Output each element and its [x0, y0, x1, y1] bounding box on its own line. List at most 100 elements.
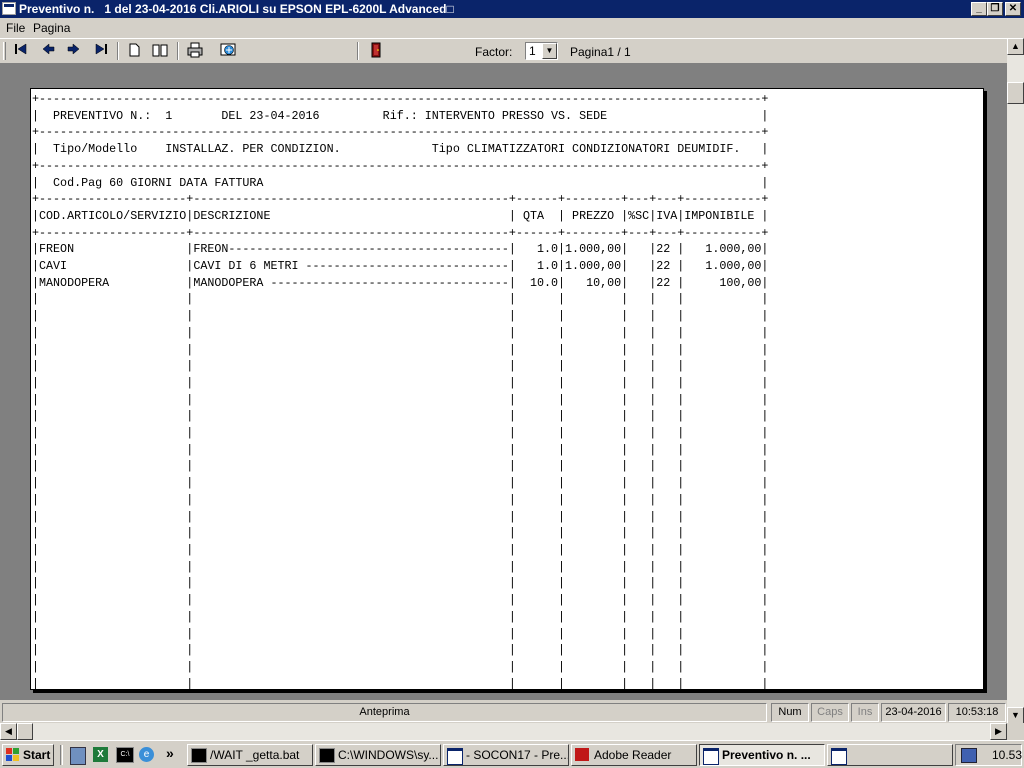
toolbar-grip[interactable]	[3, 42, 6, 60]
taskbar-task[interactable]: C:\WINDOWS\sy...	[315, 744, 441, 766]
menu-bar: File Pagina	[0, 18, 1024, 38]
scroll-up-button[interactable]: ▲	[1007, 38, 1024, 55]
windows-logo-icon	[6, 748, 19, 761]
column-headers: |COD.ARTICOLO/SERVIZIO|DESCRIZIONE | QTA…	[32, 208, 769, 223]
task-label: - SOCON17 - Pre...	[466, 748, 569, 762]
next-page-icon[interactable]	[64, 42, 84, 60]
taskbar: Start X C:\ e » /WAIT _getta.bat C:\WIND…	[0, 740, 1024, 768]
minimize-button[interactable]: _	[971, 2, 987, 16]
empty-row: | | | | | | | |	[32, 509, 769, 524]
window-icon	[447, 748, 463, 765]
calculator-icon[interactable]	[70, 747, 86, 765]
empty-row: | | | | | | | |	[32, 325, 769, 340]
status-mode: Anteprima	[2, 703, 767, 722]
page-indicator: Pagina1 / 1	[570, 45, 631, 59]
rule: +---------------------------------------…	[32, 125, 769, 140]
size-grip	[1007, 723, 1024, 740]
taskbar-task[interactable]: Adobe Reader	[571, 744, 697, 766]
header-line-1: | PREVENTIVO N.: 1 DEL 23-04-2016 Rif.: …	[32, 108, 769, 123]
empty-row: | | | | | | | |	[32, 292, 769, 307]
empty-row: | | | | | | | |	[32, 609, 769, 624]
empty-row: | | | | | | | |	[32, 643, 769, 658]
network-icon[interactable]	[961, 748, 977, 763]
factor-select[interactable]: 1 ▼	[525, 42, 558, 60]
last-page-icon[interactable]	[91, 42, 111, 60]
taskbar-task[interactable]	[827, 744, 953, 766]
vertical-scrollbar[interactable]: ▲ ▼	[1007, 38, 1024, 724]
task-label: Adobe Reader	[594, 748, 672, 762]
prev-page-icon[interactable]	[38, 42, 58, 60]
browser-icon[interactable]: e	[139, 747, 154, 762]
scroll-down-button[interactable]: ▼	[1007, 707, 1024, 724]
toolbar-separator	[117, 42, 119, 60]
toolbar-separator	[177, 42, 179, 60]
empty-row: | | | | | | | |	[32, 309, 769, 324]
taskbar-task[interactable]: - SOCON17 - Pre...	[443, 744, 569, 766]
console-icon	[191, 748, 207, 763]
menu-file[interactable]: File	[6, 21, 25, 35]
table-row: |FREON |FREON---------------------------…	[32, 242, 769, 257]
task-label: C:\WINDOWS\sy...	[338, 748, 439, 762]
hscroll-thumb[interactable]	[17, 723, 33, 740]
excel-icon[interactable]: X	[93, 747, 108, 762]
quicklaunch-overflow[interactable]: »	[166, 745, 174, 761]
rule: +---------------------+-----------------…	[32, 192, 769, 207]
app-icon[interactable]	[2, 2, 16, 15]
system-tray: 10.53	[955, 744, 1022, 766]
scroll-thumb[interactable]	[1007, 82, 1024, 104]
scroll-right-button[interactable]: ▶	[990, 723, 1007, 740]
status-time: 10:53:18	[948, 703, 1006, 722]
horizontal-scrollbar[interactable]: ◀ ▶	[0, 723, 1007, 740]
task-label: /WAIT _getta.bat	[210, 748, 300, 762]
status-ins: Ins	[851, 703, 879, 722]
window-icon	[831, 748, 847, 765]
setup-icon[interactable]	[219, 42, 239, 60]
empty-row: | | | | | | | |	[32, 676, 769, 691]
empty-row: | | | | | | | |	[32, 342, 769, 357]
taskbar-task-active[interactable]: Preventivo n. ...	[699, 744, 825, 766]
menu-pagina[interactable]: Pagina	[33, 21, 70, 35]
print-page: +---------------------------------------…	[30, 88, 984, 691]
printer-icon[interactable]	[185, 42, 205, 60]
two-pages-icon[interactable]	[150, 42, 170, 60]
status-bar: Anteprima Num Caps Ins 23-04-2016 10:53:…	[0, 701, 1007, 723]
console-icon[interactable]: C:\	[116, 747, 134, 763]
empty-row: | | | | | | | |	[32, 375, 769, 390]
status-date: 23-04-2016	[881, 703, 946, 722]
start-button[interactable]: Start	[2, 744, 54, 766]
restore-button[interactable]: ❐	[987, 2, 1003, 16]
first-page-icon[interactable]	[11, 42, 31, 60]
empty-row: | | | | | | | |	[32, 459, 769, 474]
status-num: Num	[771, 703, 809, 722]
empty-row: | | | | | | | |	[32, 593, 769, 608]
empty-row: | | | | | | | |	[32, 626, 769, 641]
task-label: Preventivo n. ...	[722, 748, 811, 762]
single-page-icon[interactable]	[124, 42, 144, 60]
empty-row: | | | | | | | |	[32, 409, 769, 424]
taskbar-task[interactable]: /WAIT _getta.bat	[187, 744, 313, 766]
chevron-down-icon[interactable]: ▼	[542, 43, 557, 59]
exit-door-icon[interactable]	[366, 42, 386, 60]
close-button[interactable]: ✕	[1005, 2, 1021, 16]
window-icon	[703, 748, 719, 765]
table-row: |MANODOPERA |MANODOPERA ----------------…	[32, 275, 769, 290]
factor-label: Factor:	[475, 45, 513, 59]
toolbar: Factor: 1 ▼ Pagina1 / 1	[0, 38, 1007, 64]
empty-row: | | | | | | | |	[32, 426, 769, 441]
start-label: Start	[23, 748, 51, 762]
window-title: Preventivo n. 1 del 23-04-2016 Cli.ARIOL…	[19, 2, 454, 16]
empty-row: | | | | | | | |	[32, 359, 769, 374]
table-row: |CAVI |CAVI DI 6 METRI -----------------…	[32, 259, 769, 274]
rule: +---------------------+-----------------…	[32, 225, 769, 240]
rule: +---------------------------------------…	[32, 92, 769, 106]
adobe-icon	[575, 748, 589, 761]
status-caps: Caps	[811, 703, 849, 722]
header-line-3: | Cod.Pag 60 GIORNI DATA FATTURA |	[32, 175, 769, 190]
tray-clock[interactable]: 10.53	[992, 748, 1022, 762]
scroll-left-button[interactable]: ◀	[0, 723, 17, 740]
quicklaunch-separator	[60, 745, 63, 765]
preview-area: +---------------------------------------…	[0, 64, 1007, 700]
empty-row: | | | | | | | |	[32, 476, 769, 491]
empty-row: | | | | | | | |	[32, 542, 769, 557]
toolbar-separator	[357, 42, 359, 60]
